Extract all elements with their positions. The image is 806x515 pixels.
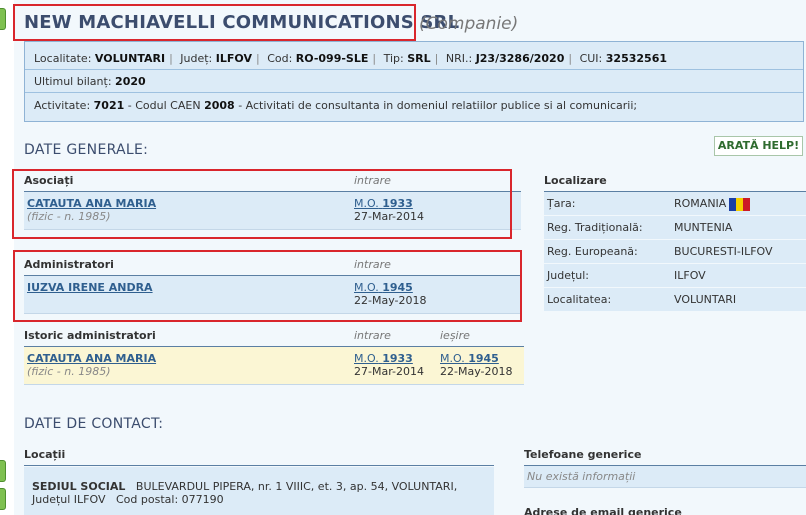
section-contact-title: DATE DE CONTACT: — [24, 416, 164, 432]
asociati-panel: Asociați intrare CATAUTA ANA MARIA (fizi… — [24, 170, 521, 230]
info-row-bilant: Ultimul bilanț: 2020 — [25, 71, 803, 93]
istoric-mo-in-link[interactable]: M.O. 1933 — [354, 352, 413, 365]
localizare-row-tara: Țara: ROMANIA — [544, 192, 806, 216]
istoric-mo-out-link[interactable]: M.O. 1945 — [440, 352, 499, 365]
romania-flag-icon — [729, 197, 751, 211]
company-type: (Companie) — [419, 14, 519, 34]
asociat-note: (fizic - n. 1985) — [27, 210, 111, 223]
asociati-header: Asociați intrare — [24, 170, 521, 192]
strip-tab[interactable] — [0, 488, 6, 510]
istoric-note: (fizic - n. 1985) — [27, 365, 111, 378]
administrator-name-link[interactable]: IUZVA IRENE ANDRA — [27, 281, 153, 294]
sediu-address: BULEVARDUL PIPERA, nr. 1 VIIIC, et. 3, a… — [135, 480, 458, 493]
sediu-address-line2: Județul ILFOV — [32, 493, 106, 506]
administrator-row: IUZVA IRENE ANDRA M.O. 1945 22-May-2018 — [24, 276, 521, 314]
email-header: Adrese de email generice — [524, 506, 682, 515]
localizare-row-reg-traditionala: Reg. Tradițională: MUNTENIA — [544, 216, 806, 240]
localizare-panel: Localizare Țara: ROMANIA Reg. Tradiționa… — [544, 170, 806, 312]
strip-tab[interactable] — [0, 8, 6, 30]
istoric-header: Istoric administratori intrare ieșire — [24, 325, 524, 347]
telefoane-row: Nu există informații — [524, 466, 806, 488]
istoric-row: CATAUTA ANA MARIA (fizic - n. 1985) M.O.… — [24, 347, 524, 385]
istoric-panel: Istoric administratori intrare ieșire CA… — [24, 325, 524, 385]
asociat-name-link[interactable]: CATAUTA ANA MARIA — [27, 197, 156, 210]
info-row-activitate: Activitate: 7021 - Codul CAEN 2008 - Act… — [34, 99, 638, 112]
asociati-row: CATAUTA ANA MARIA (fizic - n. 1985) M.O.… — [24, 192, 521, 230]
company-name: NEW MACHIAVELLI COMMUNICATIONS SRL — [24, 12, 460, 33]
sediu-postal-code: Cod postal: 077190 — [116, 493, 224, 506]
locatii-panel: Locații — [24, 444, 494, 466]
istoric-name-link[interactable]: CATAUTA ANA MARIA — [27, 352, 156, 365]
info-row-ids: Localitate: VOLUNTARI | Județ: ILFOV | Cod… — [25, 48, 803, 70]
show-help-button[interactable]: ARATĂ HELP! — [714, 136, 803, 156]
localizare-row-localitate: Localitatea: VOLUNTARI — [544, 288, 806, 312]
asociat-mo-link[interactable]: M.O. 1933 — [354, 197, 413, 210]
localizare-row-reg-europeana: Reg. Europeană: BUCURESTI-ILFOV — [544, 240, 806, 264]
info-box: Localitate: VOLUNTARI | Județ: ILFOV | Cod… — [24, 41, 804, 122]
administratori-header: Administratori intrare — [24, 254, 521, 276]
left-window-strip — [0, 0, 14, 515]
asociat-date: 27-Mar-2014 — [354, 210, 424, 223]
sediu-label: SEDIUL SOCIAL — [32, 480, 126, 493]
localizare-row-judet: Județul: ILFOV — [544, 264, 806, 288]
telefoane-panel: Telefoane generice Nu există informații — [524, 444, 806, 488]
sediu-social-box: SEDIUL SOCIAL BULEVARDUL PIPERA, nr. 1 V… — [24, 467, 494, 515]
administratori-panel: Administratori intrare IUZVA IRENE ANDRA… — [24, 254, 521, 314]
strip-tab[interactable] — [0, 460, 6, 482]
section-general-title: DATE GENERALE: — [24, 142, 149, 158]
telefoane-header: Telefoane generice — [524, 444, 806, 466]
administrator-mo-link[interactable]: M.O. 1945 — [354, 281, 413, 294]
locatii-header: Locații — [24, 444, 494, 466]
administrator-date: 22-May-2018 — [354, 294, 427, 307]
istoric-date-out: 22-May-2018 — [440, 365, 513, 378]
istoric-date-in: 27-Mar-2014 — [354, 365, 424, 378]
company-page: NEW MACHIAVELLI COMMUNICATIONS SRL (Comp… — [12, 0, 806, 515]
localizare-header: Localizare — [544, 170, 806, 192]
